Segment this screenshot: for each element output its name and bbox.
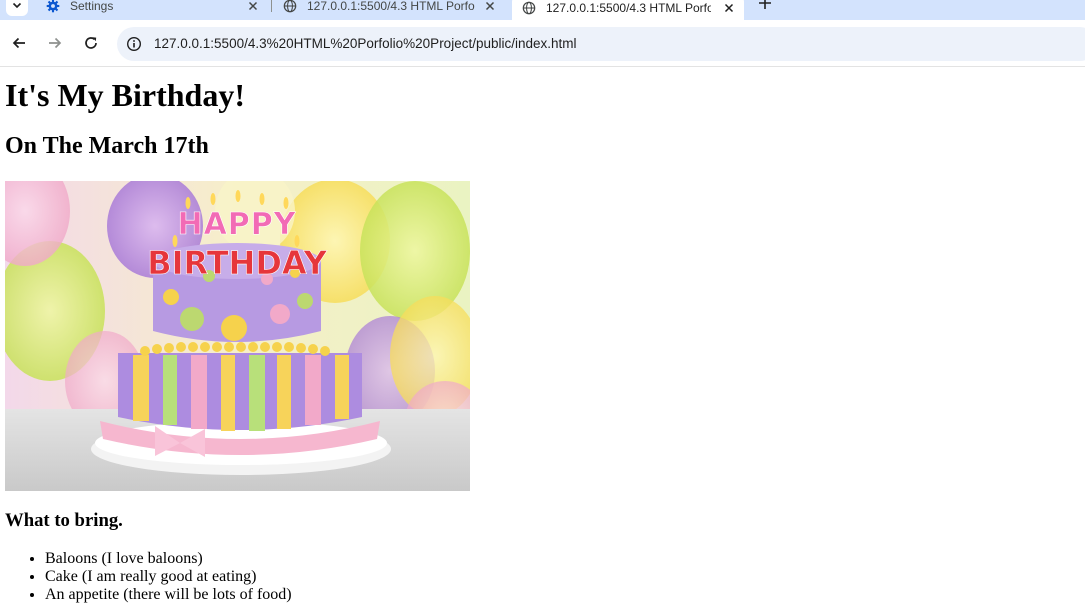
address-bar[interactable]: 127.0.0.1:5500/4.3%20HTML%20Porfolio%20P… [117, 27, 1085, 61]
arrow-left-icon [12, 37, 25, 49]
tab-settings[interactable]: Settings [38, 0, 268, 18]
candle-text-birthday: BIRTHDAY [147, 244, 327, 282]
forward-button[interactable] [46, 34, 64, 52]
bring-heading: What to bring. [5, 510, 123, 531]
close-icon[interactable] [722, 1, 736, 15]
close-icon[interactable] [483, 0, 497, 13]
reload-button[interactable] [82, 34, 100, 52]
list-item: Baloons (I love baloons) [45, 550, 292, 568]
tab-localhost-active[interactable]: 127.0.0.1:5500/4.3 HTML Porfoli [512, 0, 744, 22]
list-item: Cake (I am really good at eating) [45, 568, 292, 586]
gear-icon [46, 0, 60, 13]
page-subtitle: On The March 17th [5, 133, 209, 159]
back-button[interactable] [10, 34, 28, 52]
list-item: An appetite (there will be lots of food) [45, 586, 292, 604]
tab-localhost-1[interactable]: 127.0.0.1:5500/4.3 HTML Porfoli [275, 0, 505, 18]
page-title: It's My Birthday! [5, 77, 245, 113]
candle-text-happy: HAPPY [177, 207, 296, 242]
browser-toolbar: 127.0.0.1:5500/4.3%20HTML%20Porfolio%20P… [0, 20, 1085, 67]
globe-icon [522, 1, 536, 15]
close-icon[interactable] [246, 0, 260, 13]
arrow-right-icon [49, 37, 62, 49]
tab-title: 127.0.0.1:5500/4.3 HTML Porfoli [546, 1, 711, 15]
tab-search-button[interactable] [6, 0, 28, 16]
tab-title: 127.0.0.1:5500/4.3 HTML Porfoli [307, 0, 475, 13]
address-url[interactable]: 127.0.0.1:5500/4.3%20HTML%20Porfolio%20P… [154, 36, 577, 51]
site-info-icon[interactable] [126, 36, 142, 52]
tab-separator [271, 0, 272, 12]
tab-strip: Settings 127.0.0.1:5500/4.3 HTML Porfoli… [0, 0, 1085, 22]
page-content: It's My Birthday! On The March 17th HAPP… [0, 68, 1085, 609]
birthday-cake-picture: HAPPY BIRTHDAY [5, 181, 470, 491]
new-tab-plus-icon[interactable] [756, 0, 774, 12]
bring-list: Baloons (I love baloons) Cake (I am real… [45, 550, 292, 604]
reload-icon [85, 37, 97, 49]
birthday-cake-image: HAPPY BIRTHDAY [5, 181, 470, 491]
tab-title: Settings [70, 0, 114, 13]
globe-icon [283, 0, 297, 13]
chevron-down-icon [12, 2, 22, 9]
